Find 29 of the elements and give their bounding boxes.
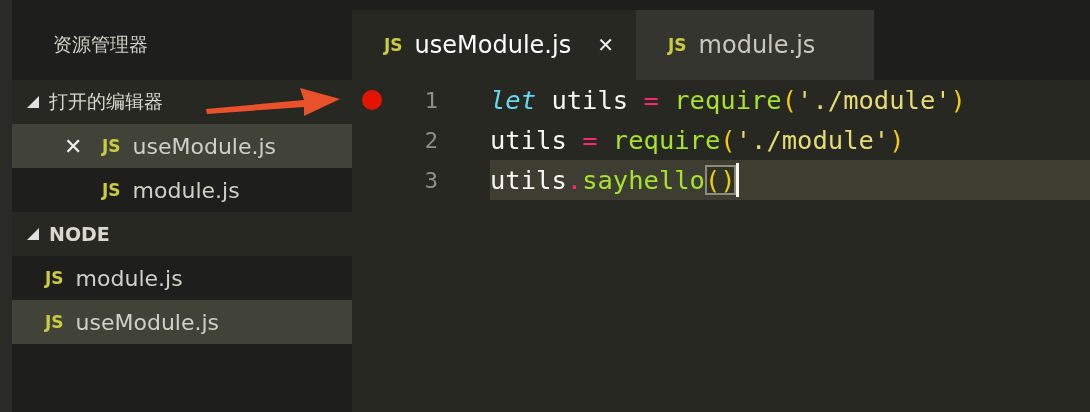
file-item[interactable]: JS useModule.js <box>12 300 352 344</box>
js-file-icon: JS <box>668 35 687 55</box>
js-file-icon: JS <box>45 268 64 288</box>
close-icon[interactable]: ✕ <box>64 133 90 159</box>
breakpoint-dot[interactable] <box>362 90 382 110</box>
sidebar-title: 资源管理器 <box>52 32 149 57</box>
js-file-icon: JS <box>384 35 403 55</box>
file-name: module.js <box>75 265 183 291</box>
editor-tab[interactable]: JS module.js <box>636 10 874 80</box>
section-title: NODE <box>49 223 110 245</box>
file-item[interactable]: ✕ JS useModule.js <box>12 124 352 168</box>
line-number: 2 <box>424 127 438 153</box>
line-number: 3 <box>424 167 438 193</box>
file-name: useModule.js <box>75 309 220 335</box>
code-line: utils = require('./module') <box>490 124 906 157</box>
editor-tab[interactable]: JS useModule.js ✕ <box>352 10 636 80</box>
close-icon[interactable]: ✕ <box>597 33 614 57</box>
file-name: module.js <box>132 177 240 203</box>
js-file-icon: JS <box>102 136 121 156</box>
tab-label: useModule.js <box>414 31 572 59</box>
tab-label: module.js <box>698 31 816 59</box>
js-file-icon: JS <box>45 312 64 332</box>
code-line: let utils = require('./module') <box>490 84 967 117</box>
section-header[interactable]: 打开的编辑器 <box>12 80 352 124</box>
line-number: 1 <box>424 87 438 113</box>
file-name: useModule.js <box>132 133 277 159</box>
section-header[interactable]: NODE <box>12 212 352 256</box>
js-file-icon: JS <box>102 180 121 200</box>
section-title: 打开的编辑器 <box>49 89 163 114</box>
